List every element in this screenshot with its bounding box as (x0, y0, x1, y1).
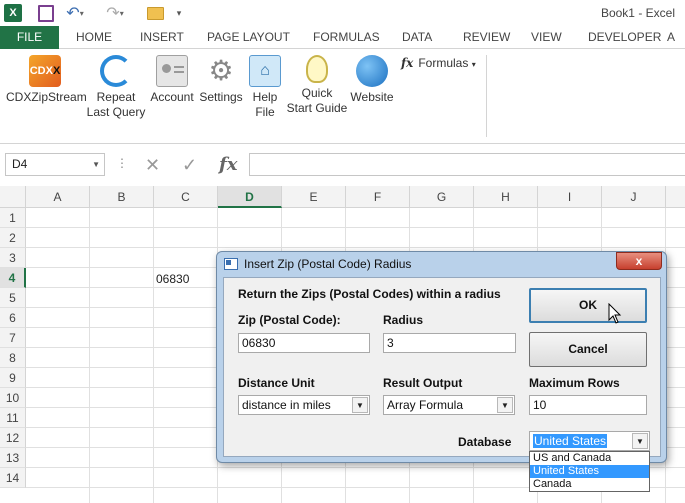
tab-view[interactable]: VIEW (531, 26, 562, 49)
row-header-2[interactable]: 2 (0, 228, 26, 248)
help-file-button[interactable]: ⌂ Help File (246, 55, 284, 120)
row-header-3[interactable]: 3 (0, 248, 26, 268)
repeat-last-query-button[interactable]: Repeat Last Query (86, 55, 146, 120)
row-header-5[interactable]: 5 (0, 288, 26, 308)
chevron-down-icon[interactable]: ▼ (497, 397, 513, 413)
cdx-logo-icon: CDXX (29, 55, 61, 87)
column-header-f[interactable]: F (346, 186, 410, 208)
dialog-window-icon (224, 258, 238, 270)
website-button[interactable]: Website (349, 55, 395, 105)
column-header-g[interactable]: G (410, 186, 474, 208)
tab-insert[interactable]: INSERT (140, 26, 184, 49)
tab-review[interactable]: REVIEW (463, 26, 510, 49)
row-header-10[interactable]: 10 (0, 388, 26, 408)
tab-home[interactable]: HOME (76, 26, 112, 49)
radius-label: Radius (383, 313, 424, 327)
tab-more[interactable]: A (667, 26, 675, 49)
formula-input[interactable] (249, 153, 685, 176)
title-bar: X ↶ ▾ ↷ ▾ ▾ Book1 - Excel (0, 0, 685, 26)
column-header-b[interactable]: B (90, 186, 154, 208)
row-header-1[interactable]: 1 (0, 208, 26, 228)
row-header-11[interactable]: 11 (0, 408, 26, 428)
column-header-e[interactable]: E (282, 186, 346, 208)
result-output-label: Result Output (383, 376, 463, 390)
chevron-down-icon[interactable]: ▼ (352, 397, 368, 413)
undo-icon[interactable]: ↶ ▾ (66, 4, 84, 22)
database-options-list[interactable]: US and Canada United States Canada (529, 451, 650, 492)
confirm-entry-icon[interactable]: ✓ (182, 154, 197, 176)
row-header-6[interactable]: 6 (0, 308, 26, 328)
column-header-h[interactable]: H (474, 186, 538, 208)
tab-developer[interactable]: DEVELOPER (588, 26, 661, 49)
ribbon: CDXX CDXZipStream Repeat Last Query Acco… (0, 49, 685, 144)
formulas-dropdown[interactable]: fx Formulas ▾ (401, 56, 476, 70)
customize-qat-icon[interactable]: ▾ (174, 4, 184, 22)
cancel-button[interactable]: Cancel (529, 332, 647, 367)
column-header-c[interactable]: C (154, 186, 218, 208)
database-select[interactable]: United States ▼ (529, 431, 650, 451)
ok-button[interactable]: OK (529, 288, 647, 323)
tab-data[interactable]: DATA (402, 26, 432, 49)
settings-icon: ⚙ (208, 55, 234, 86)
row-header-13[interactable]: 13 (0, 448, 26, 468)
lightbulb-icon (306, 55, 328, 83)
radius-input[interactable]: 3 (383, 333, 516, 353)
resize-handle-icon[interactable]: ⋮ (116, 156, 128, 170)
distance-unit-select[interactable]: distance in miles ▼ (238, 395, 370, 415)
row-header-14[interactable]: 14 (0, 468, 26, 488)
option-canada[interactable]: Canada (530, 478, 649, 491)
column-header-i[interactable]: I (538, 186, 602, 208)
cancel-entry-icon[interactable]: ✕ (145, 154, 160, 176)
mouse-pointer-icon (608, 303, 622, 324)
select-all-corner[interactable] (0, 186, 26, 208)
row-header-8[interactable]: 8 (0, 348, 26, 368)
chevron-down-icon[interactable]: ▼ (92, 154, 100, 175)
formula-bar: D4 ▼ ⋮ ✕ ✓ fx (0, 144, 685, 186)
fx-icon: fx (401, 56, 414, 70)
chevron-down-icon[interactable]: ▼ (632, 433, 648, 449)
open-folder-icon[interactable] (146, 4, 164, 22)
repeat-icon (100, 55, 132, 87)
cdxzipstream-button[interactable]: CDXX CDXZipStream (6, 55, 87, 105)
cell-c4[interactable]: 06830 (156, 272, 189, 286)
tab-file[interactable]: FILE (0, 26, 59, 49)
settings-button[interactable]: ⚙ Settings (198, 55, 244, 105)
row-header-12[interactable]: 12 (0, 428, 26, 448)
row-header-9[interactable]: 9 (0, 368, 26, 388)
help-file-icon: ⌂ (249, 55, 281, 87)
redo-icon[interactable]: ↷ ▾ (106, 4, 124, 22)
maximum-rows-label: Maximum Rows (529, 376, 620, 390)
close-icon: x (635, 254, 643, 268)
save-icon[interactable] (38, 4, 54, 22)
zip-input[interactable]: 06830 (238, 333, 370, 353)
insert-function-icon[interactable]: fx (219, 154, 237, 176)
window-title: Book1 - Excel (600, 6, 675, 20)
maximum-rows-input[interactable]: 10 (529, 395, 647, 415)
account-button[interactable]: Account (148, 55, 196, 105)
column-header-j[interactable]: J (602, 186, 666, 208)
database-label: Database (458, 435, 512, 449)
tab-page-layout[interactable]: PAGE LAYOUT (207, 26, 290, 49)
result-output-select[interactable]: Array Formula ▼ (383, 395, 515, 415)
name-box[interactable]: D4 ▼ (5, 153, 105, 176)
ribbon-divider (486, 55, 487, 137)
column-header-d[interactable]: D (218, 186, 282, 208)
close-button[interactable]: x (616, 252, 662, 270)
distance-unit-label: Distance Unit (238, 376, 315, 390)
tab-formulas[interactable]: FORMULAS (313, 26, 380, 49)
option-united-states[interactable]: United States (530, 465, 649, 478)
ribbon-tabs: FILE HOME INSERT PAGE LAYOUT FORMULAS DA… (0, 26, 685, 49)
dialog-title: Insert Zip (Postal Code) Radius (244, 257, 412, 271)
column-header-partial (666, 186, 685, 208)
globe-icon (356, 55, 388, 87)
quick-start-guide-button[interactable]: Quick Start Guide (286, 55, 348, 116)
row-header-4[interactable]: 4 (0, 268, 26, 288)
zip-label: Zip (Postal Code): (238, 313, 341, 327)
dialog-heading: Return the Zips (Postal Codes) within a … (238, 287, 501, 301)
row-header-7[interactable]: 7 (0, 328, 26, 348)
column-header-a[interactable]: A (26, 186, 90, 208)
option-us-and-canada[interactable]: US and Canada (530, 452, 649, 465)
excel-logo-icon: X (4, 4, 22, 22)
account-icon (156, 55, 188, 87)
